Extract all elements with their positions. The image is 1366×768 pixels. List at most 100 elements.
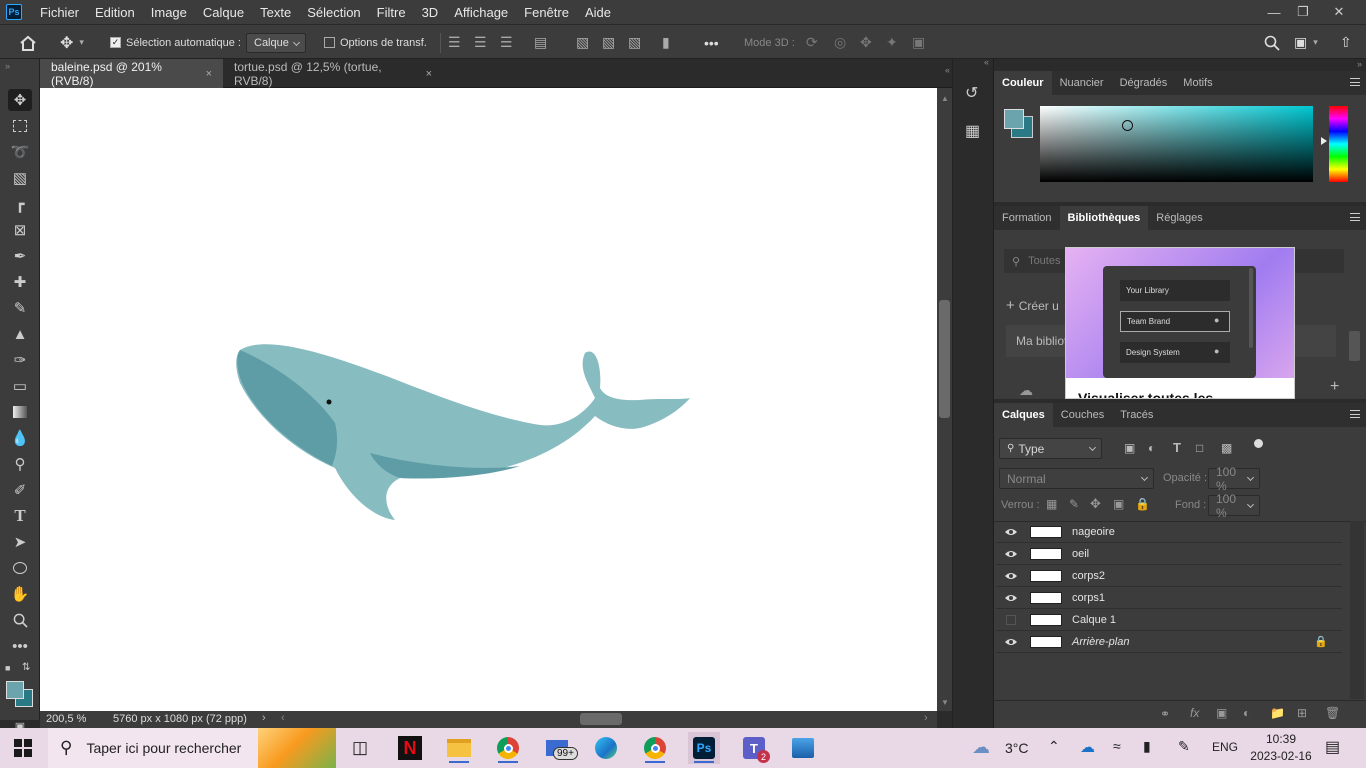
tab-degrades[interactable]: Dégradés [1112,71,1176,95]
horizontal-scroll-thumb[interactable] [580,713,622,725]
orbit-3d-icon[interactable]: ⟳ [806,25,818,60]
3d-panel-icon[interactable]: ▦ [965,121,980,141]
marquee-tool-icon[interactable] [8,115,32,137]
layer-name[interactable]: Calque 1 [1072,614,1116,626]
link-icon[interactable]: ⚭ [1160,707,1170,721]
share-icon[interactable]: ⇧ [1340,25,1352,60]
collapse-icon[interactable]: » [5,61,10,71]
collapse-panels-icon[interactable]: « [945,65,950,75]
visibility-eye-icon[interactable] [1004,571,1018,581]
battery-icon[interactable]: ▮ [1143,738,1151,755]
photoshop-taskbar-icon[interactable]: Ps [688,732,720,764]
filter-pixel-icon[interactable]: ▣ [1124,441,1135,455]
menu-calque[interactable]: Calque [195,5,252,20]
align-left-icon[interactable]: ☰ [448,25,461,60]
scroll-left-icon[interactable]: ‹ [281,712,285,724]
language-indicator[interactable]: ENG [1212,740,1238,754]
notifications-icon[interactable]: ▤ [1325,737,1340,757]
pan-3d-icon[interactable]: ✥ [860,25,872,60]
history-brush-tool-icon[interactable]: ✑ [8,349,32,371]
mail-icon[interactable]: 99+ [541,732,578,764]
gradient-tool-icon[interactable] [8,401,32,423]
menu-image[interactable]: Image [143,5,195,20]
frame-tool-icon[interactable]: ⊠ [8,219,32,241]
filter-type-icon[interactable]: T [1173,440,1181,455]
document-canvas[interactable] [40,88,937,711]
layer-name[interactable]: corps1 [1072,592,1105,604]
lock-image-icon[interactable]: ✎ [1069,497,1079,511]
file-explorer-icon[interactable] [443,732,475,764]
create-library-button[interactable]: + Créer u [1006,297,1059,314]
search-icon[interactable] [1264,25,1280,60]
zoom-tool-icon[interactable] [8,609,32,631]
chrome-icon-2[interactable] [639,732,671,764]
tab-formation[interactable]: Formation [994,206,1060,230]
scroll-up-icon[interactable]: ▲ [941,94,949,103]
add-icon[interactable]: + [1330,378,1339,396]
blur-tool-icon[interactable]: 💧 [8,427,32,449]
layer-name[interactable]: corps2 [1072,570,1105,582]
photos-icon[interactable] [787,732,819,764]
panel-foreground-swatch[interactable] [1004,109,1024,129]
layer-row-calque-1[interactable]: Calque 1 [996,609,1342,631]
hue-slider[interactable] [1329,106,1348,182]
menu-3d[interactable]: 3D [414,5,447,20]
menu-selection[interactable]: Sélection [299,5,368,20]
visibility-eye-icon[interactable] [1004,593,1018,603]
menu-filtre[interactable]: Filtre [369,5,414,20]
hue-slider-handle[interactable] [1321,137,1327,145]
workspace-icon[interactable]: ▣ ▾ [1294,25,1318,60]
windows-start-icon[interactable] [14,739,32,760]
tab-bibliotheques[interactable]: Bibliothèques [1059,206,1149,230]
swap-colors-icon[interactable]: ⇅ [22,662,30,673]
path-selection-tool-icon[interactable]: ➤ [8,531,32,553]
layer-row-arriere-plan[interactable]: Arrière-plan 🔒 [996,631,1342,653]
lock-position-icon[interactable]: ✥ [1090,496,1101,512]
teams-icon[interactable]: T 2 [738,732,770,764]
layer-row-nageoire[interactable]: nageoire [996,521,1342,543]
chevron-up-icon[interactable]: ⌃ [1048,738,1060,755]
align-bottom-icon[interactable]: ▧ [628,25,641,60]
healing-brush-tool-icon[interactable]: ✚ [8,271,32,293]
new-layer-icon[interactable]: ⊞ [1297,706,1307,720]
expand-panels-icon[interactable]: « [984,57,989,67]
slide-3d-icon[interactable]: ✦ [886,25,898,60]
layer-name[interactable]: nageoire [1072,526,1115,538]
menu-fichier[interactable]: Fichier [32,5,87,20]
vertical-scroll-thumb[interactable] [939,300,950,418]
history-panel-icon[interactable]: ↺ [965,83,978,103]
move-tool-icon[interactable]: ✥ [8,89,32,111]
menu-edition[interactable]: Edition [87,5,143,20]
fx-icon[interactable]: fx [1190,706,1199,720]
filter-smart-object-icon[interactable]: ▩ [1221,441,1232,455]
transform-options-checkbox[interactable]: Options de transf. [324,25,427,60]
layer-row-corps2[interactable]: corps2 [996,565,1342,587]
netflix-app-icon[interactable]: N [394,732,426,764]
layer-row-corps1[interactable]: corps1 [996,587,1342,609]
edge-icon[interactable] [590,732,622,764]
onedrive-icon[interactable]: ☁ [1080,738,1095,756]
clock-date[interactable]: 2023-02-16 [1245,749,1317,763]
lock-all-icon[interactable]: 🔒 [1135,497,1150,511]
tab-traces[interactable]: Tracés [1112,403,1161,427]
cloud-icon[interactable]: ☁ [1019,382,1033,399]
trash-icon[interactable]: 🗑 [1325,706,1340,720]
color-field[interactable] [1040,106,1313,182]
more-options-icon[interactable]: ••• [704,25,719,60]
weather-icon[interactable]: ☁ [972,737,990,758]
menu-aide[interactable]: Aide [577,5,619,20]
lock-icon[interactable]: 🔒 [1314,635,1328,648]
tab-baleine[interactable]: baleine.psd @ 201% (RVB/8) × [40,59,223,88]
crop-tool-icon[interactable]: ┏ [8,193,32,215]
edit-toolbar-icon[interactable]: ••• [8,635,32,657]
fill-field[interactable]: 100 % [1208,492,1260,520]
menu-fenetre[interactable]: Fenêtre [516,5,577,20]
wifi-icon[interactable]: ≈ [1113,738,1121,754]
layers-scrollbar[interactable] [1350,521,1364,699]
distribute-vertical-icon[interactable]: ▮ [662,25,670,60]
home-icon[interactable] [19,25,37,60]
scroll-right-icon[interactable]: › [924,712,928,724]
visibility-eye-icon[interactable] [1004,527,1018,537]
opacity-field[interactable]: 100 % [1208,465,1260,493]
restore-icon[interactable]: ❐ [1286,0,1320,24]
